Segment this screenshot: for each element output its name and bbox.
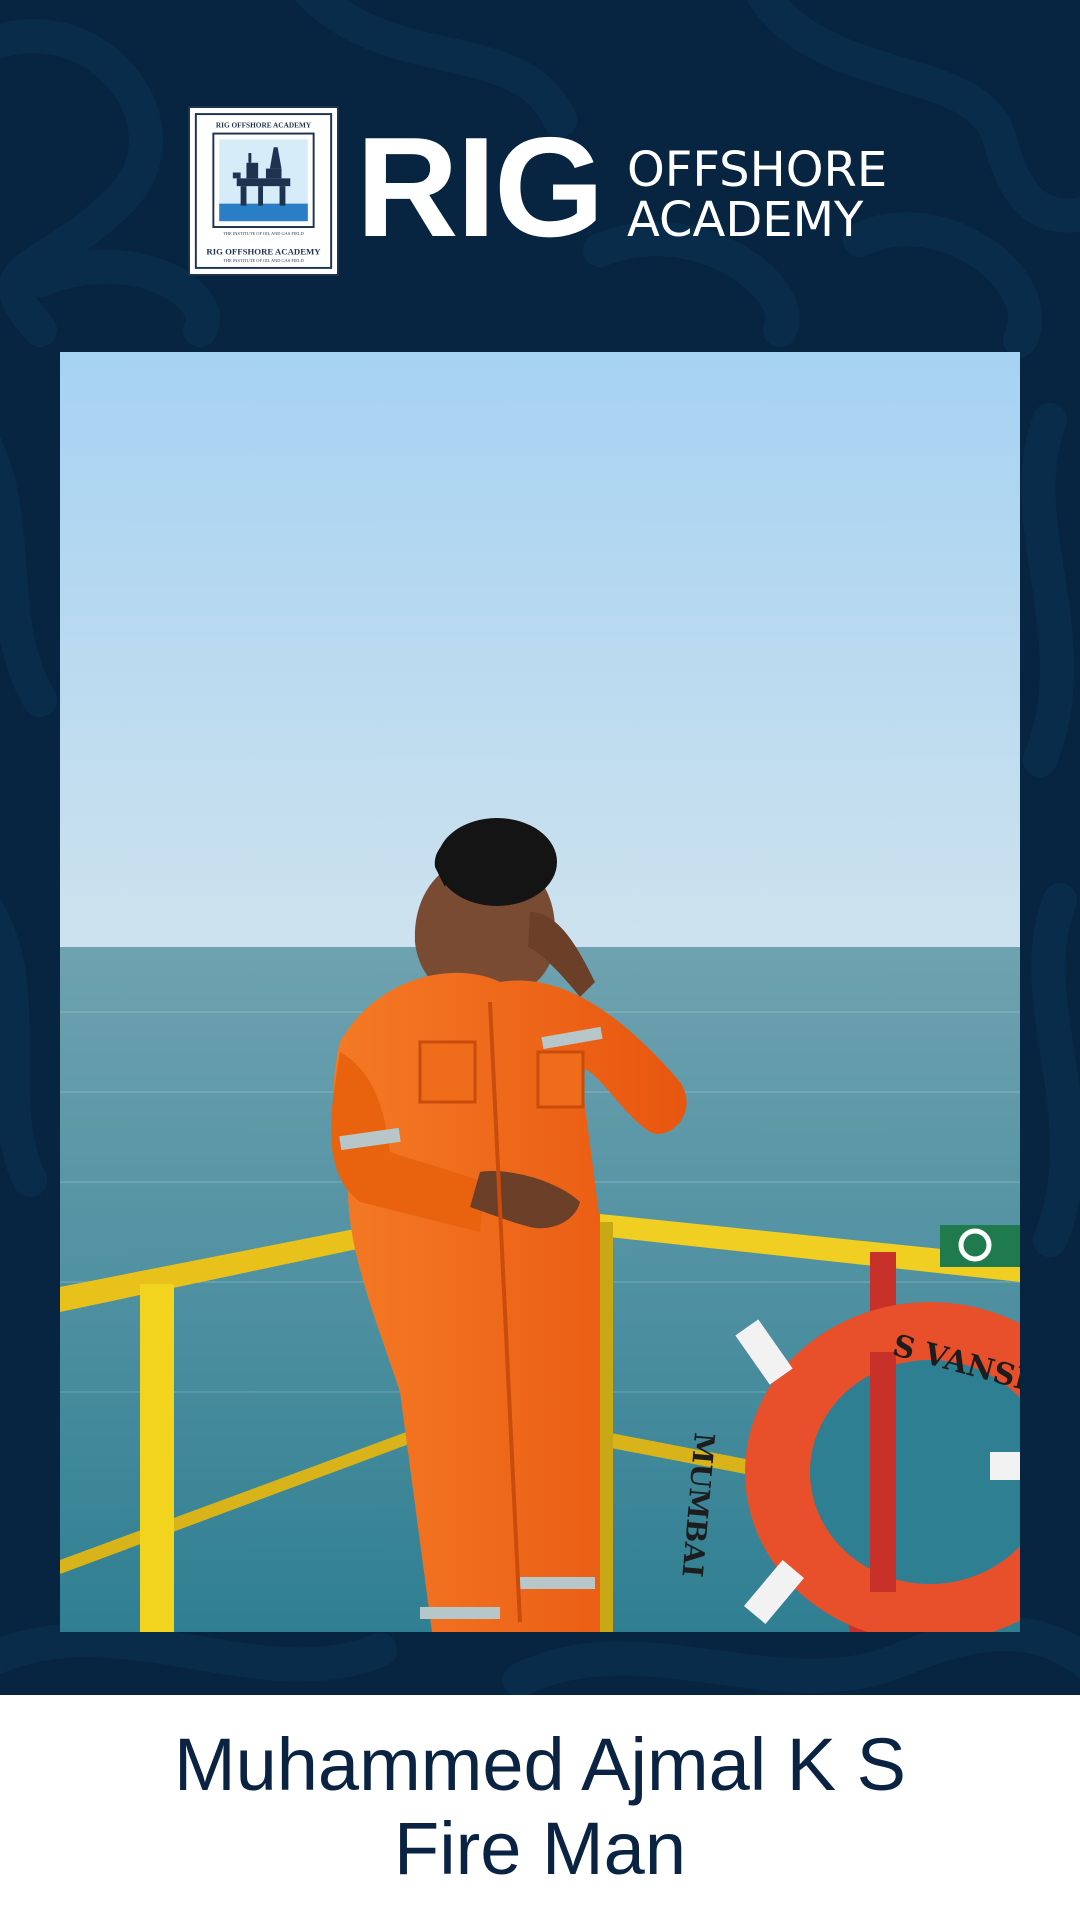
badge-bottom-text: RIG OFFSHORE ACADEMY xyxy=(206,246,321,256)
badge-top-text: RIG OFFSHORE ACADEMY xyxy=(216,121,312,130)
photo-illustration: S VANSH MUMBAI xyxy=(60,352,1020,1632)
profile-photo: S VANSH MUMBAI xyxy=(60,352,1020,1632)
oil-rig-icon: RIG OFFSHORE ACADEMY THE INSTITUTE OF OI… xyxy=(194,113,333,269)
poster-background: RIG OFFSHORE ACADEMY THE INSTITUTE OF OI… xyxy=(0,0,1080,1695)
person-role: Fire Man xyxy=(394,1807,686,1890)
caption-panel: Muhammed Ajmal K S Fire Man xyxy=(0,1695,1080,1920)
person-name: Muhammed Ajmal K S xyxy=(173,1723,907,1806)
subtitle-line-offshore: OFFSHORE xyxy=(627,142,888,198)
academy-subtitle: OFFSHORE ACADEMY xyxy=(627,145,897,245)
academy-badge-logo: RIG OFFSHORE ACADEMY THE INSTITUTE OF OI… xyxy=(188,106,339,276)
badge-bottom-tagline: THE INSTITUTE OF OIL AND GAS FIELD xyxy=(223,258,304,263)
badge-tagline: THE INSTITUTE OF OIL AND GAS FIELD xyxy=(223,231,304,236)
subtitle-line-academy: ACADEMY xyxy=(627,192,864,248)
rig-wordmark: RIG xyxy=(356,108,604,267)
